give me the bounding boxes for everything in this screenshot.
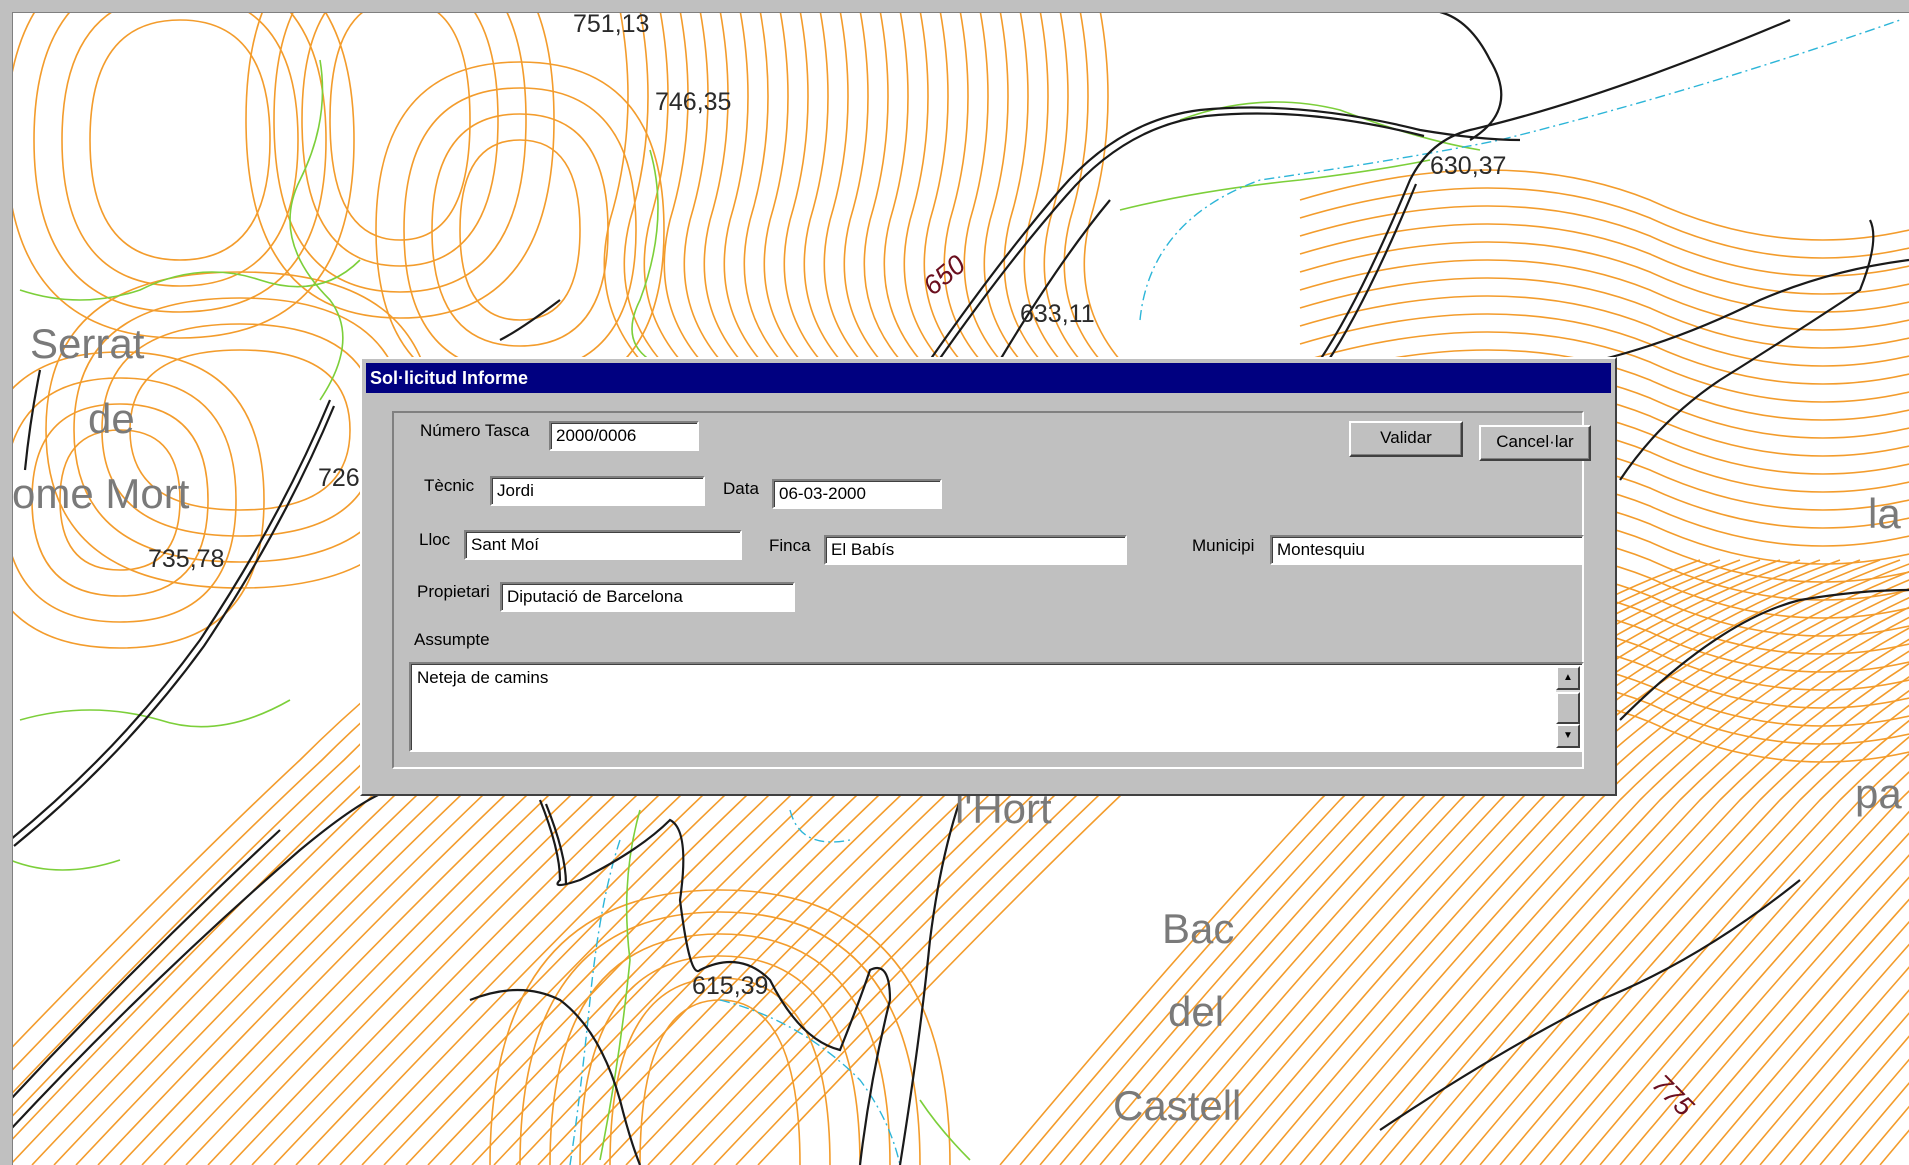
cancel-button[interactable]: Cancel·lar	[1479, 425, 1591, 461]
spot-height: 633,11	[1020, 300, 1095, 328]
contour-line	[301, 0, 499, 267]
contour-line	[1299, 259, 1909, 331]
contour-line	[1599, 810, 1909, 1165]
data-label: Data	[723, 479, 759, 498]
application-window: Serrat de ome Mort l'Hort Bac del Castel…	[0, 0, 1909, 1165]
map-label-bac: Bac	[1162, 905, 1235, 952]
municipi-label: Municipi	[1192, 536, 1255, 555]
contour-line	[823, 9, 861, 361]
contour-line	[803, 9, 841, 361]
contour-line	[519, 911, 921, 1165]
spot-height: 735,78	[148, 545, 225, 573]
contour-line	[903, 9, 941, 361]
contour-line	[1299, 241, 1909, 313]
contour-line	[943, 9, 981, 361]
scroll-up-arrow-icon[interactable]: ▲	[1556, 666, 1580, 690]
contour-line	[1299, 223, 1909, 295]
map-label-la: la	[1868, 490, 1901, 537]
spot-height: 615,39	[692, 972, 769, 1000]
contour-line	[783, 9, 821, 361]
numero-tasca-label: Número Tasca	[420, 421, 530, 440]
spot-height: 751,13	[573, 10, 650, 38]
map-label-de: de	[88, 395, 135, 442]
scroll-thumb[interactable]	[1556, 692, 1580, 724]
contour-line	[1299, 295, 1909, 367]
municipi-field[interactable]: Montesquiu	[1270, 535, 1584, 565]
contour-line	[1739, 966, 1909, 1165]
contour-line	[1299, 277, 1909, 349]
contour-line	[863, 9, 901, 361]
scroll-down-arrow-icon[interactable]: ▼	[1556, 724, 1580, 748]
spot-height: 726	[318, 464, 360, 492]
contour-line	[1819, 1058, 1909, 1165]
request-report-dialog: Sol·licitud Informe Número Tasca 2000/00…	[360, 357, 1617, 796]
contour-line	[663, 9, 701, 361]
contour-line	[843, 9, 881, 361]
contour-line	[1879, 1129, 1909, 1165]
propietari-field[interactable]: Diputació de Barcelona	[500, 582, 795, 612]
finca-label: Finca	[769, 536, 811, 555]
contour-line	[431, 113, 609, 347]
tecnic-field[interactable]: Jordi	[490, 476, 705, 506]
contour-line	[1719, 943, 1909, 1165]
validar-button[interactable]: Validar	[1349, 421, 1463, 457]
vertical-scrollbar[interactable]: ▲ ▼	[1556, 666, 1580, 748]
dialog-titlebar[interactable]: Sol·licitud Informe	[366, 363, 1611, 393]
spot-height: 630,37	[1430, 152, 1507, 180]
map-label-serrat: Serrat	[30, 320, 145, 367]
window-top-edge	[0, 0, 1909, 13]
map-label-home-mort: ome Mort	[12, 470, 190, 517]
assumpte-text: Neteja de camins	[417, 668, 549, 687]
contour-line	[743, 9, 781, 361]
contour-line	[459, 139, 581, 321]
tecnic-label: Tècnic	[424, 476, 475, 495]
contour-line	[703, 9, 741, 361]
contour-line	[375, 61, 665, 399]
contour-line	[923, 9, 961, 361]
contour-line	[683, 9, 721, 361]
lloc-field[interactable]: Sant Moí	[464, 530, 742, 560]
contour-line	[89, 19, 271, 261]
contour-line	[603, 9, 641, 361]
lloc-label: Lloc	[419, 530, 451, 549]
contour-line	[609, 977, 831, 1165]
contour-line	[245, 0, 555, 319]
map-label-castell: Castell	[1113, 1082, 1242, 1129]
propietari-label: Propietari	[417, 582, 490, 601]
assumpte-label: Assumpte	[414, 630, 490, 649]
numero-tasca-field[interactable]: 2000/0006	[549, 421, 699, 451]
contour-line	[723, 9, 761, 361]
window-left-edge	[0, 12, 13, 1165]
contour-line	[983, 9, 1021, 361]
contour-line	[763, 9, 801, 361]
map-label-del: del	[1168, 988, 1225, 1035]
contour-line	[883, 9, 921, 361]
contour-line	[61, 0, 299, 287]
spot-height: 746,35	[655, 88, 732, 116]
data-field[interactable]: 06-03-2000	[772, 479, 942, 509]
finca-field[interactable]: El Babís	[824, 535, 1127, 565]
assumpte-textarea[interactable]: Neteja de camins ▲ ▼	[409, 662, 1584, 752]
dialog-title: Sol·licitud Informe	[370, 368, 529, 388]
contour-line	[1299, 169, 1909, 241]
contour-line	[639, 999, 801, 1165]
contour-line	[963, 9, 1001, 361]
map-label-pa: pa	[1855, 770, 1902, 817]
contour-line	[643, 9, 681, 361]
